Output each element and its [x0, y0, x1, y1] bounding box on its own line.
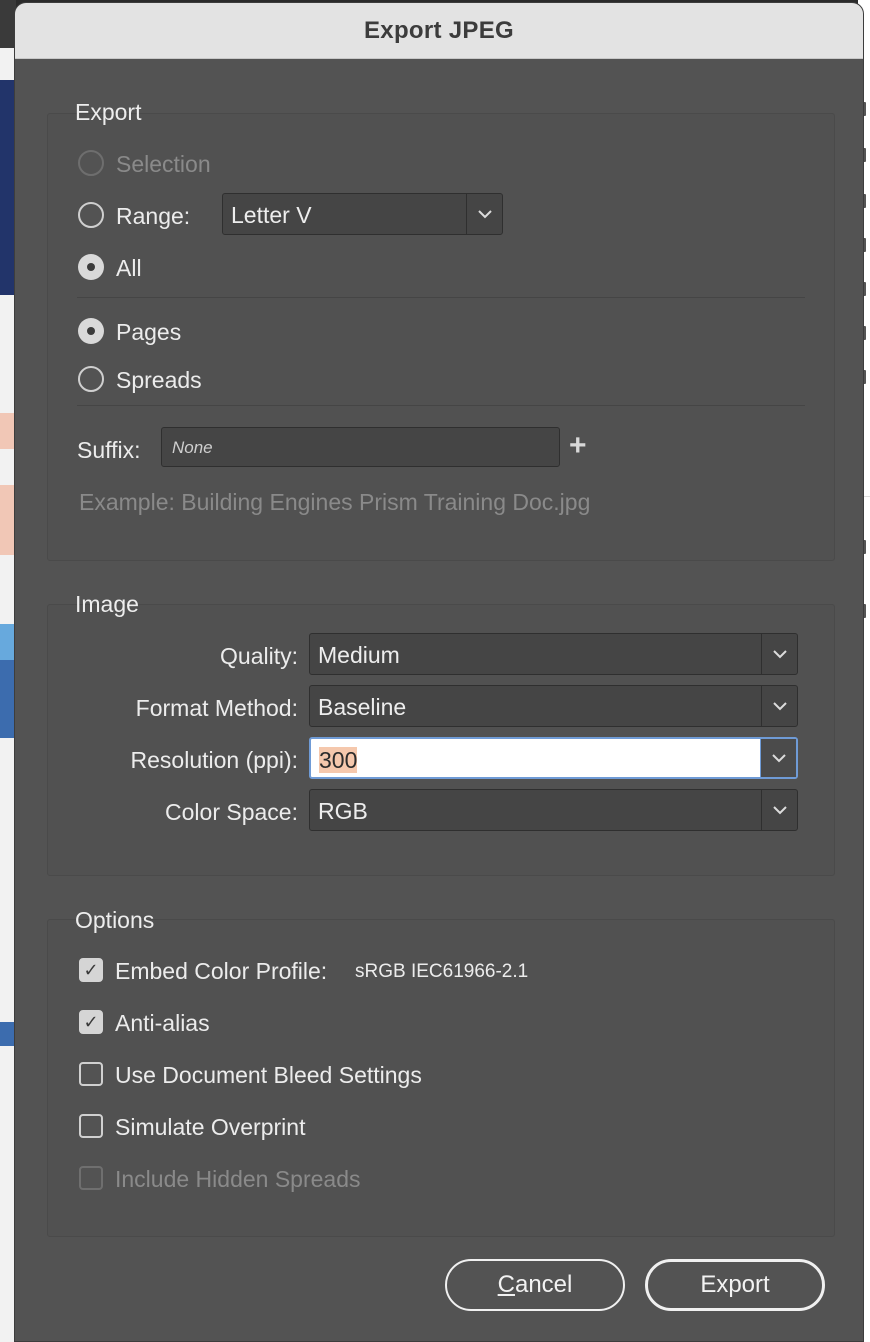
- options-legend: Options: [75, 907, 155, 933]
- resolution-value: 300: [319, 747, 358, 773]
- color-space-label: Color Space:: [165, 799, 298, 825]
- suffix-placeholder: None: [172, 438, 213, 457]
- embed-color-profile-label: Embed Color Profile:: [115, 958, 328, 984]
- anti-alias-checkbox[interactable]: ✓: [79, 1010, 103, 1034]
- quality-value: Medium: [318, 642, 400, 668]
- quality-select[interactable]: Medium: [309, 633, 798, 675]
- simulate-overprint-checkbox[interactable]: [79, 1114, 103, 1138]
- export-button-label: Export: [700, 1271, 770, 1298]
- spreads-radio[interactable]: [78, 366, 104, 392]
- format-method-value: Baseline: [318, 694, 407, 720]
- format-method-select[interactable]: Baseline: [309, 685, 798, 727]
- anti-alias-label: Anti-alias: [115, 1010, 210, 1036]
- cancel-mnemonic: C: [497, 1271, 515, 1298]
- document-bleed-label: Use Document Bleed Settings: [115, 1062, 422, 1088]
- spreads-label: Spreads: [116, 367, 202, 393]
- add-suffix-icon[interactable]: +: [569, 431, 587, 461]
- selection-label: Selection: [116, 151, 211, 177]
- pages-radio[interactable]: [78, 318, 104, 344]
- suffix-label: Suffix:: [77, 437, 141, 463]
- export-legend: Export: [75, 99, 142, 125]
- embed-color-profile-checkbox[interactable]: ✓: [79, 958, 103, 982]
- range-value: Letter V: [231, 202, 312, 228]
- embed-color-profile-value: sRGB IEC61966-2.1: [355, 961, 529, 982]
- export-button[interactable]: Export: [645, 1259, 825, 1311]
- pages-label: Pages: [116, 319, 182, 345]
- chevron-down-icon: [761, 634, 797, 674]
- suffix-input[interactable]: None: [161, 427, 560, 467]
- dialog-title: Export JPEG: [363, 16, 514, 44]
- example-text: Example: Building Engines Prism Training…: [79, 489, 591, 515]
- simulate-overprint-label: Simulate Overprint: [115, 1114, 306, 1140]
- resolution-label: Resolution (ppi):: [130, 747, 298, 773]
- range-select[interactable]: Letter V: [222, 193, 503, 235]
- color-space-select[interactable]: RGB: [309, 789, 798, 831]
- export-jpeg-dialog: Export JPEG Export Selection Range: Lett…: [14, 2, 864, 1342]
- cancel-label: ancel: [514, 1271, 573, 1298]
- cancel-button[interactable]: Cancel: [445, 1259, 625, 1311]
- quality-label: Quality:: [220, 643, 298, 669]
- format-method-label: Format Method:: [135, 695, 298, 721]
- color-space-value: RGB: [318, 798, 368, 824]
- image-legend: Image: [75, 591, 139, 617]
- include-hidden-spreads-label: Include Hidden Spreads: [115, 1166, 361, 1192]
- chevron-down-icon: [761, 686, 797, 726]
- dialog-titlebar[interactable]: Export JPEG: [15, 3, 863, 59]
- all-label: All: [116, 255, 142, 281]
- export-divider-2: [77, 405, 805, 406]
- include-hidden-spreads-checkbox[interactable]: [79, 1166, 103, 1190]
- chevron-down-icon[interactable]: [760, 739, 796, 777]
- range-radio[interactable]: [78, 202, 104, 228]
- resolution-combobox[interactable]: 300: [309, 737, 798, 779]
- document-bleed-checkbox[interactable]: [79, 1062, 103, 1086]
- range-label: Range:: [116, 203, 191, 229]
- all-radio[interactable]: [78, 254, 104, 280]
- export-divider-1: [77, 297, 805, 298]
- chevron-down-icon: [761, 790, 797, 830]
- selection-radio[interactable]: [78, 150, 104, 176]
- chevron-down-icon: [466, 194, 502, 234]
